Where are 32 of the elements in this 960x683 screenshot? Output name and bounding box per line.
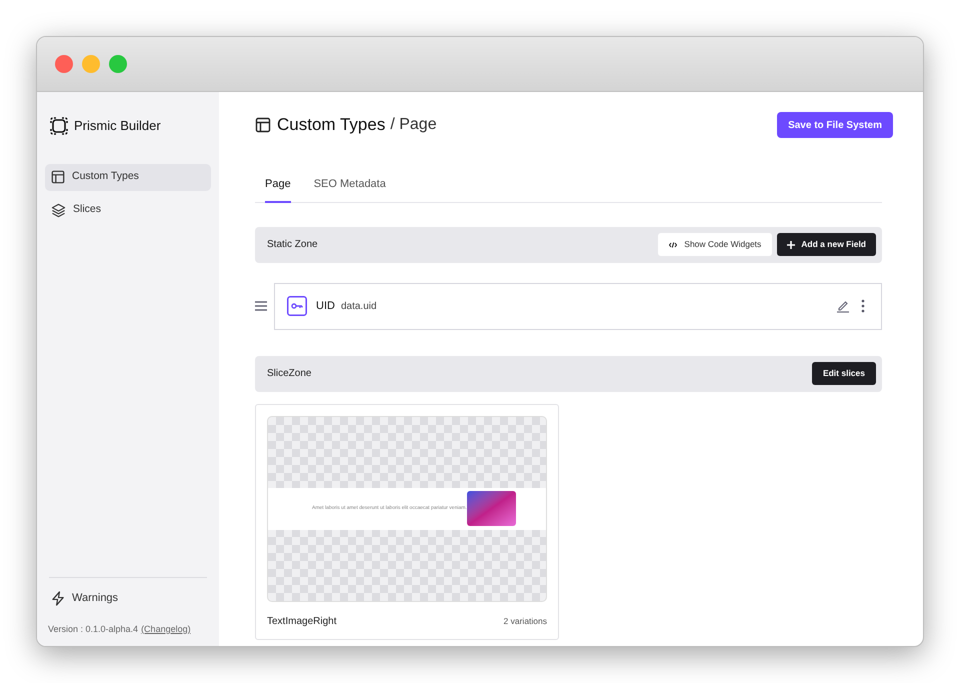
- nav-item[interactable]: Slices: [45, 196, 211, 224]
- version-text: Version : 0.1.0-alpha.4: [48, 622, 138, 636]
- layout-icon: [51, 170, 65, 184]
- lightning-icon: [51, 590, 66, 606]
- tab[interactable]: Page: [265, 176, 291, 202]
- key-icon: [287, 296, 307, 316]
- plus-icon: [787, 240, 796, 248]
- zone-title: SliceZone: [267, 367, 312, 381]
- drag-handle-icon[interactable]: [255, 301, 267, 311]
- app-name: Prismic Builder: [74, 117, 161, 135]
- slice-name: TextImageRight: [267, 614, 336, 628]
- warnings-link[interactable]: Warnings: [72, 590, 118, 606]
- edit-slices-button[interactable]: Edit slices: [812, 362, 876, 385]
- page-subtitle: / Page: [390, 115, 437, 135]
- add-field-button[interactable]: Add a new Field: [777, 233, 876, 256]
- layers-icon: [51, 202, 66, 218]
- zone-title: Static Zone: [267, 238, 318, 252]
- more-icon[interactable]: [861, 299, 865, 313]
- changelog-link[interactable]: (Changelog): [141, 622, 191, 636]
- field-name: UID: [316, 298, 335, 314]
- variation-count: 2 variations: [504, 614, 547, 628]
- edit-icon[interactable]: [836, 299, 850, 313]
- logo-icon: [50, 116, 68, 135]
- page-title: Custom Types: [277, 114, 386, 136]
- show-code-widgets-button[interactable]: Show Code Widgets: [658, 233, 772, 256]
- save-button[interactable]: Save to File System: [777, 112, 893, 138]
- field-key: data.uid: [340, 298, 377, 314]
- code-icon: [669, 240, 678, 248]
- tab[interactable]: SEO Metadata: [314, 176, 386, 202]
- nav-item[interactable]: Custom Types: [45, 164, 211, 190]
- layout-icon: [255, 117, 271, 133]
- photo-placeholder: [466, 491, 516, 526]
